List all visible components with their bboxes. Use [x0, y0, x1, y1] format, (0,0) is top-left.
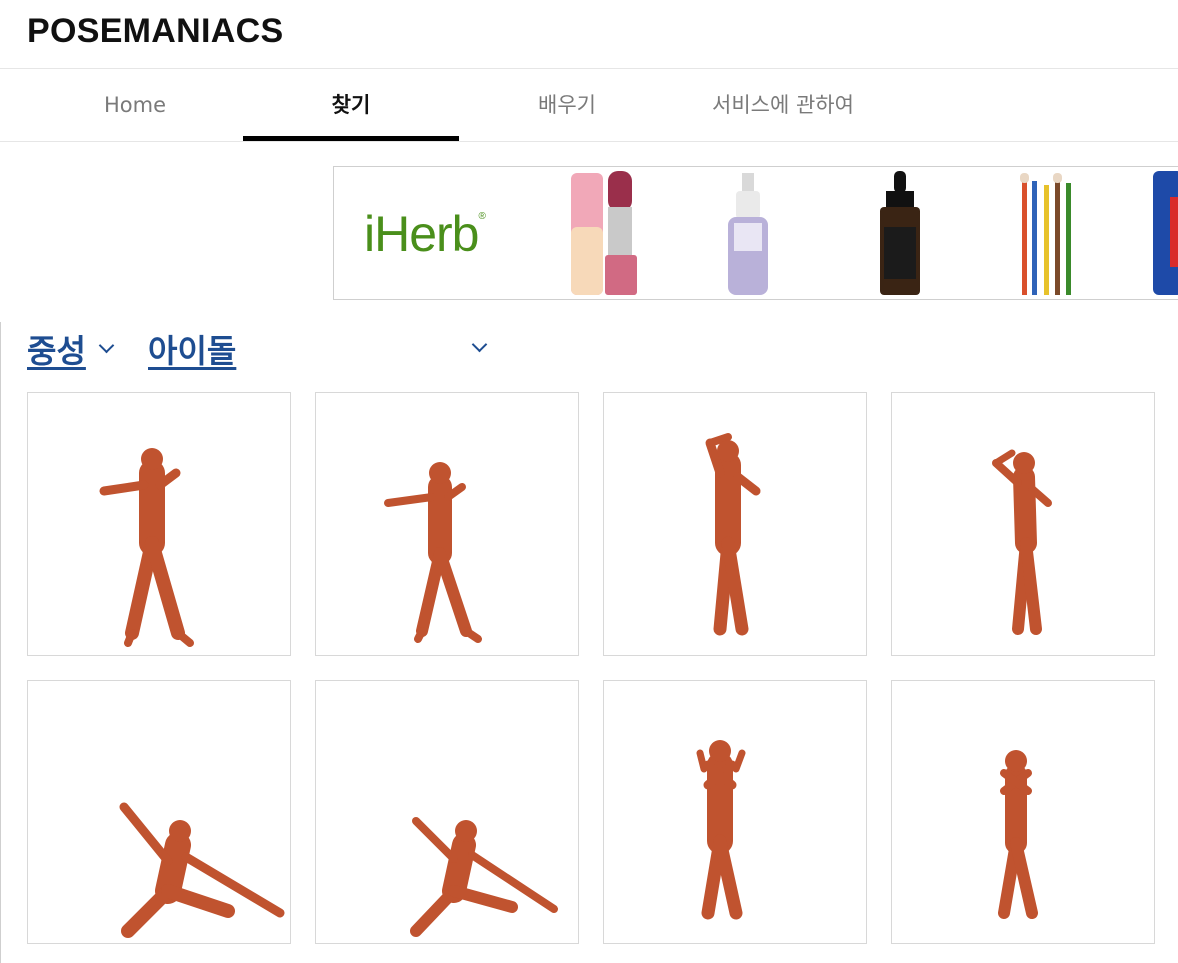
chevron-down-icon[interactable] — [98, 337, 115, 354]
dropper-bottle-icon — [880, 171, 920, 295]
main-nav: Home 찾기 배우기 서비스에 관하여 — [0, 69, 1178, 142]
ad-banner[interactable]: iHerb® — [333, 166, 1178, 300]
gender-filter[interactable]: 중성 — [27, 326, 86, 372]
active-tab-indicator — [243, 136, 459, 141]
pose-figure-icon — [119, 802, 285, 938]
tab-find[interactable]: 찾기 — [243, 69, 459, 141]
pose-figure-icon — [99, 448, 194, 647]
brand-logo[interactable]: POSEMANIACS — [27, 12, 283, 51]
tab-label: Home — [103, 93, 166, 117]
site-header: POSEMANIACS — [0, 0, 1178, 69]
pose-card[interactable] — [27, 392, 291, 656]
lipstick-icon — [571, 171, 637, 295]
makeup-brushes-icon — [1020, 173, 1071, 295]
pose-figure-icon — [998, 750, 1038, 919]
tab-about[interactable]: 서비스에 관하여 — [675, 69, 891, 141]
serum-bottle-icon — [728, 173, 768, 295]
left-divider — [0, 322, 1, 963]
tab-label: 배우기 — [538, 93, 596, 117]
category-filter[interactable]: 아이돌 — [148, 326, 236, 372]
ad-products — [571, 171, 1178, 295]
tab-label: 찾기 — [331, 93, 371, 117]
tab-learn[interactable]: 배우기 — [459, 69, 675, 141]
pose-card[interactable] — [891, 392, 1155, 656]
pose-card[interactable] — [315, 680, 579, 944]
pose-card[interactable] — [603, 392, 867, 656]
pose-card[interactable] — [603, 680, 867, 944]
pose-figure-icon — [384, 462, 482, 643]
pose-figure-icon — [992, 449, 1052, 635]
tab-home[interactable]: Home — [27, 69, 243, 141]
lip-balm-icon — [1153, 171, 1178, 295]
pose-figure-icon — [696, 740, 746, 920]
pose-card[interactable] — [27, 680, 291, 944]
pose-figure-icon — [410, 817, 558, 937]
pose-card[interactable] — [891, 680, 1155, 944]
chevron-down-icon[interactable] — [471, 336, 488, 353]
pose-figure-icon — [705, 433, 761, 636]
pose-card[interactable] — [315, 392, 579, 656]
tab-label: 서비스에 관하여 — [712, 93, 854, 117]
